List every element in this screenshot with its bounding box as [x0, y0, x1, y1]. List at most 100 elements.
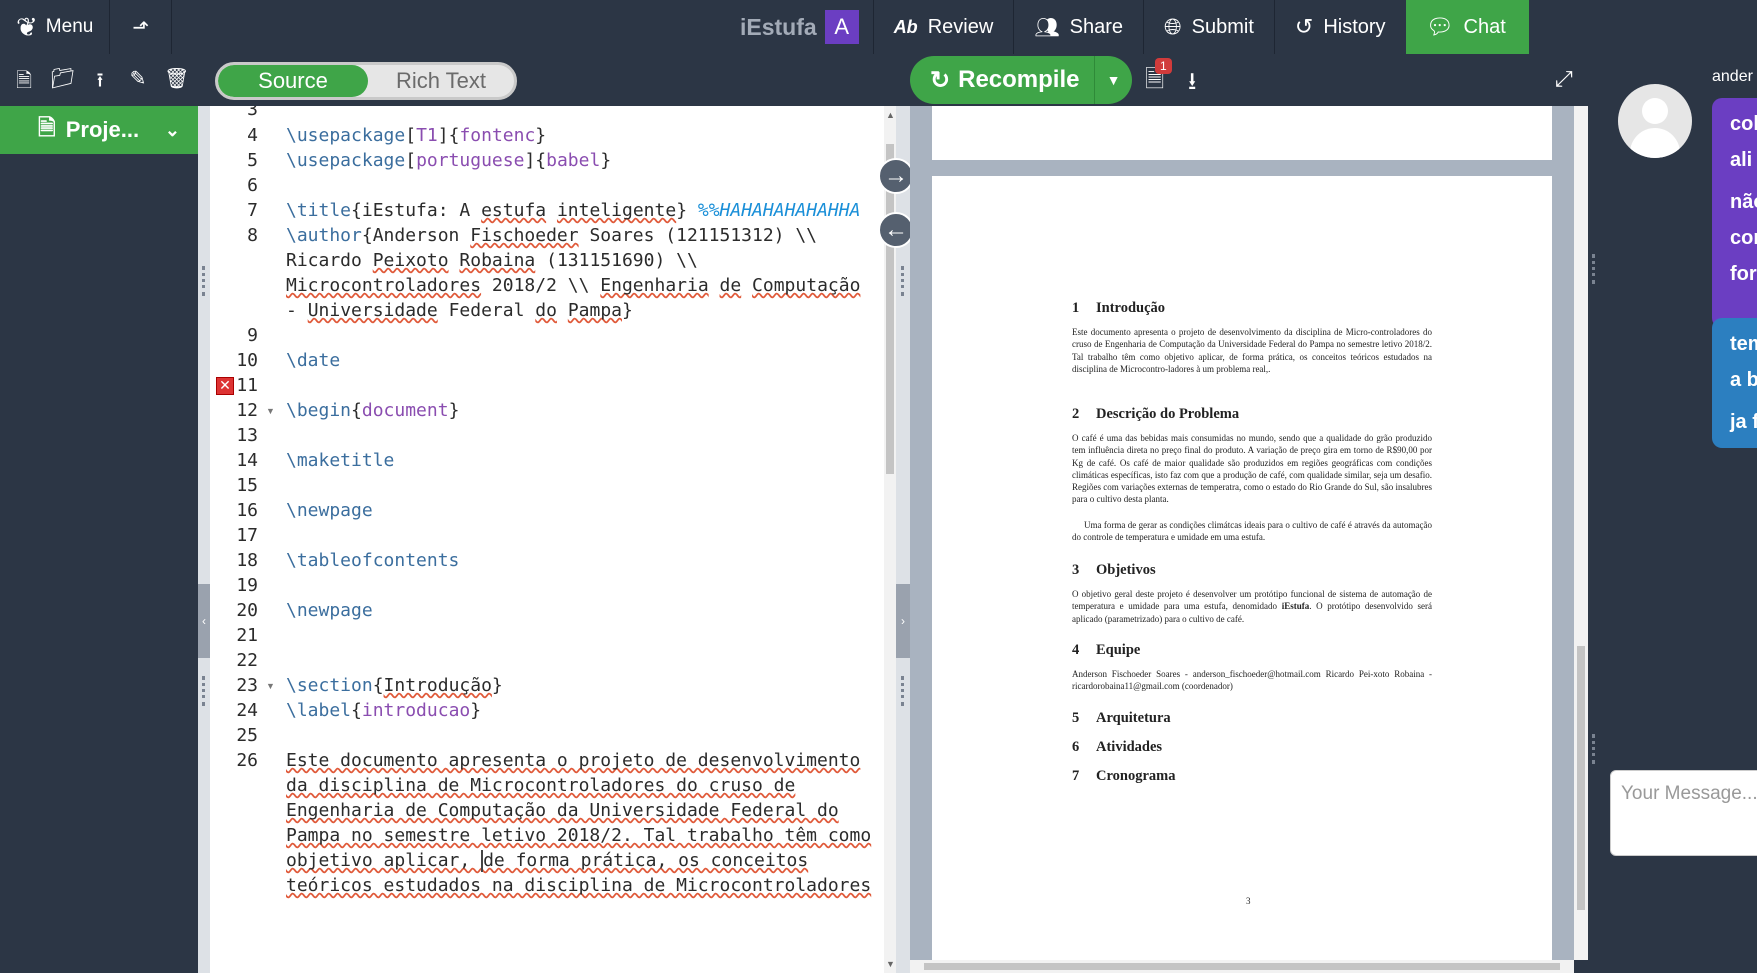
- history-button[interactable]: ↺ History: [1273, 0, 1406, 54]
- recompile-options-dropdown[interactable]: ▼: [1094, 56, 1132, 104]
- line-number: 22: [236, 650, 258, 671]
- code-line: objetivo aplicar, de forma prática, os c…: [286, 850, 809, 872]
- rich-text-mode-button[interactable]: Rich Text: [368, 65, 514, 97]
- scrollbar-thumb[interactable]: [924, 963, 1560, 970]
- line-number: 13: [236, 425, 258, 446]
- scroll-down-arrow-icon[interactable]: ▼: [886, 959, 895, 969]
- collapse-sidebar-toggle[interactable]: ‹: [198, 584, 210, 658]
- new-folder-icon[interactable]: 📁︎: [50, 66, 75, 100]
- chat-resize-handle[interactable]: [1588, 54, 1602, 973]
- user-avatar-badge[interactable]: A: [824, 10, 859, 44]
- expand-pdf-button[interactable]: ⤢: [1555, 66, 1573, 92]
- scroll-up-arrow-icon[interactable]: ▲: [886, 110, 895, 120]
- delete-trash-icon[interactable]: 🗑︎: [164, 66, 189, 100]
- chat-message-bubble: tem a bi ja fa: [1712, 318, 1757, 448]
- grip-dots: [901, 676, 904, 706]
- code-line: \maketitle: [286, 450, 395, 471]
- line-number: 12: [236, 400, 258, 421]
- review-button[interactable]: Ab Review: [872, 0, 1014, 54]
- up-arrow-button[interactable]: ⬏: [110, 0, 173, 54]
- code-line: \tableofcontents: [286, 550, 460, 571]
- code-line: Este documento apresenta o projeto de de…: [286, 750, 861, 771]
- rename-pencil-icon[interactable]: ✎: [126, 66, 150, 100]
- code-line: Pampa no semestre letivo 2018/2. Tal tra…: [286, 825, 872, 846]
- source-editor[interactable]: 3 4 5 6 7 8 9 10 ✕ 11 12 ▼ 13 14 15 16 1…: [210, 106, 884, 973]
- fold-arrow-icon[interactable]: ▼: [266, 681, 275, 691]
- code-line: \date: [286, 350, 341, 371]
- caret-down-icon: ▼: [1106, 72, 1121, 88]
- code-line: da disciplina de Microcontroladores do c…: [286, 775, 796, 796]
- grip-dots: [1592, 254, 1595, 284]
- code-line: Microcontroladores 2018/2 \\ Engenharia …: [286, 275, 861, 296]
- pdf-paragraph: Uma forma de gerar as condições climátca…: [1072, 520, 1432, 543]
- source-mode-button[interactable]: Source: [218, 65, 368, 97]
- chevron-right-icon: ›: [901, 614, 905, 628]
- pdf-section-heading: 2 Descrição do Problema: [1072, 406, 1240, 422]
- chat-message-bubble: col ali não cor for: [1712, 98, 1757, 328]
- recompile-button[interactable]: ↻ Recompile ▼: [910, 56, 1132, 104]
- editor-mode-toggle: Source Rich Text: [215, 62, 517, 100]
- pdf-paragraph: O café é uma das bebidas mais consumidas…: [1072, 433, 1432, 505]
- code-line: \newpage: [286, 600, 373, 621]
- pdf-page-previous: [932, 106, 1552, 160]
- code-line: \author{Anderson Fischoeder Soares (1211…: [286, 225, 818, 246]
- pdf-viewer[interactable]: 1 Introdução Este documento apresenta o p…: [910, 106, 1574, 973]
- code-line: \label{introducao}: [286, 700, 482, 721]
- line-number: 23: [236, 675, 258, 696]
- line-number: 15: [236, 475, 258, 496]
- download-pdf-button[interactable]: ⭳: [1188, 64, 1196, 105]
- overleaf-logo-icon: ❦: [16, 11, 38, 42]
- pdf-page: 1 Introdução Este documento apresenta o p…: [932, 176, 1552, 973]
- sync-to-pdf-button[interactable]: →: [878, 158, 914, 194]
- line-number: 24: [236, 700, 258, 721]
- pdf-section-heading: 7 Cronograma: [1072, 768, 1176, 784]
- new-file-icon[interactable]: 🗎︎: [12, 66, 36, 100]
- pdf-paragraph: Anderson Fischoeder Soares - anderson_fi…: [1072, 669, 1432, 692]
- line-number: 7: [247, 200, 258, 221]
- upload-icon[interactable]: ⭱: [88, 66, 112, 100]
- pdf-paragraph: O objetivo geral deste projeto é desenvo…: [1072, 589, 1433, 624]
- pdf-section-heading: 6 Atividades: [1072, 739, 1163, 755]
- grip-dots: [202, 266, 205, 296]
- line-number: 19: [236, 575, 258, 596]
- chat-message-input[interactable]: Your Message...: [1610, 770, 1757, 856]
- collapse-pdf-toggle[interactable]: ›: [896, 584, 910, 658]
- grip-dots: [901, 266, 904, 296]
- pdf-vertical-scrollbar[interactable]: [1574, 106, 1588, 960]
- project-name: iEstufa: [740, 13, 817, 40]
- review-icon: Ab: [893, 16, 918, 37]
- sidebar-resize-handle[interactable]: ‹: [198, 106, 210, 973]
- code-line: \newpage: [286, 500, 373, 521]
- line-number-gutter: 3 4 5 6 7 8 9 10 ✕ 11 12 ▼ 13 14 15 16 1…: [210, 106, 275, 973]
- sync-to-code-button[interactable]: ←: [878, 212, 914, 248]
- submit-button[interactable]: 🌐︎ Submit: [1143, 0, 1274, 54]
- scrollbar-thumb[interactable]: [1577, 646, 1585, 910]
- up-arrow-icon: ⬏: [132, 16, 150, 39]
- line-number: 25: [236, 725, 258, 746]
- line-number: 20: [236, 600, 258, 621]
- chat-button[interactable]: 💬︎ Chat: [1405, 0, 1529, 54]
- chat-panel: ander col ali não cor for tem a bi ja fa…: [1602, 54, 1757, 973]
- code-line: \begin{document}: [286, 400, 460, 421]
- line-number: 10: [236, 350, 258, 371]
- pdf-page-number: 3: [1246, 896, 1251, 906]
- pdf-section-heading: 5 Arquitetura: [1072, 710, 1171, 726]
- line-number: 11: [236, 375, 258, 396]
- line-number: 14: [236, 450, 258, 471]
- logs-button[interactable]: 🗎︎ 1: [1145, 58, 1172, 103]
- code-line: \usepackage[T1]{fontenc}: [286, 125, 547, 146]
- pdf-section-heading: 3 Objetivos: [1072, 562, 1156, 578]
- code-line: \title{iEstufa: A estufa inteligente} %%…: [286, 200, 861, 221]
- line-number: 6: [247, 175, 258, 196]
- project-file-tab[interactable]: 🗎︎ Proje... ⌄: [0, 106, 198, 154]
- fold-arrow-icon[interactable]: ▼: [266, 406, 275, 416]
- download-icon: ⭳: [1188, 68, 1197, 95]
- line-number: 4: [247, 125, 258, 146]
- code-line: \usepackage[portuguese]{babel}: [286, 150, 612, 171]
- file-icon: 🗎︎: [38, 115, 56, 140]
- share-button[interactable]: 👥︎ Share: [1013, 0, 1143, 54]
- menu-button[interactable]: ❦ Menu: [0, 0, 111, 54]
- arrow-right-icon: →: [884, 162, 908, 189]
- code-line: teóricos estudados na disciplina de Micr…: [286, 875, 872, 896]
- pdf-horizontal-scrollbar[interactable]: [910, 960, 1574, 973]
